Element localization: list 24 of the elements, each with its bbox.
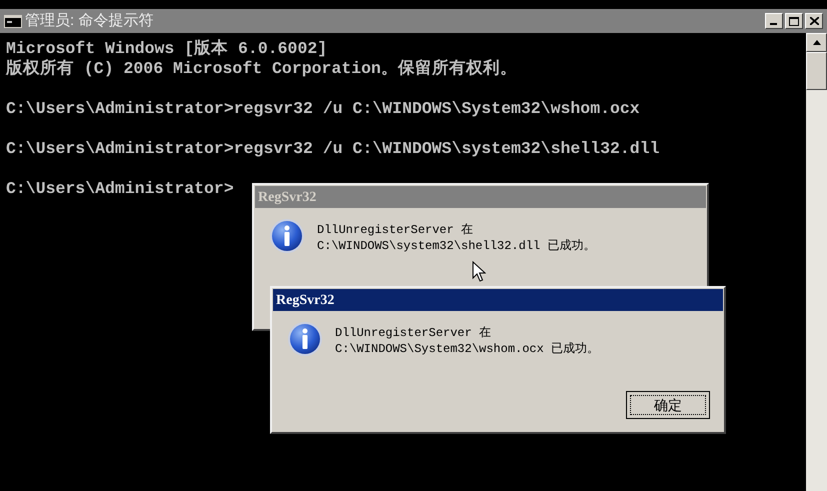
scroll-thumb[interactable] <box>806 52 827 90</box>
console-line: Microsoft Windows [版本 6.0.6002] <box>6 39 328 59</box>
console-line: C:\Users\Administrator>regsvr32 /u C:\WINDOWS\system32\shell32.dll <box>6 139 660 159</box>
window-title: 管理员: 命令提示符 <box>25 10 154 31</box>
minimize-button[interactable] <box>765 13 783 29</box>
scroll-up-button[interactable] <box>806 33 827 52</box>
maximize-button[interactable] <box>785 13 803 29</box>
dialog-message: DllUnregisterServer 在 C:\WINDOWS\System32\wshom.ocx 已成功。 <box>335 325 600 357</box>
up-arrow-icon <box>812 40 820 45</box>
maximize-icon <box>789 16 799 26</box>
close-button[interactable] <box>805 13 823 29</box>
ok-button[interactable]: 确定 <box>626 391 710 419</box>
console-line: C:\Users\Administrator>regsvr32 /u C:\WINDOWS\System32\wshom.ocx <box>6 99 640 119</box>
console-line: 版权所有 (C) 2006 Microsoft Corporation。保留所有权利。 <box>6 59 517 79</box>
console-icon <box>4 14 22 28</box>
info-icon <box>269 218 305 254</box>
dialog-title: RegSvr32 <box>276 292 334 310</box>
dialog-title: RegSvr32 <box>258 188 316 206</box>
close-icon <box>810 17 818 25</box>
info-icon <box>287 321 323 357</box>
cursor-icon <box>472 261 486 283</box>
dialog-message: DllUnregisterServer 在 C:\WINDOWS\system32\shell32.dll 已成功。 <box>317 222 596 254</box>
console-line: C:\Users\Administrator> <box>6 179 234 199</box>
scrollbar[interactable] <box>806 33 827 491</box>
